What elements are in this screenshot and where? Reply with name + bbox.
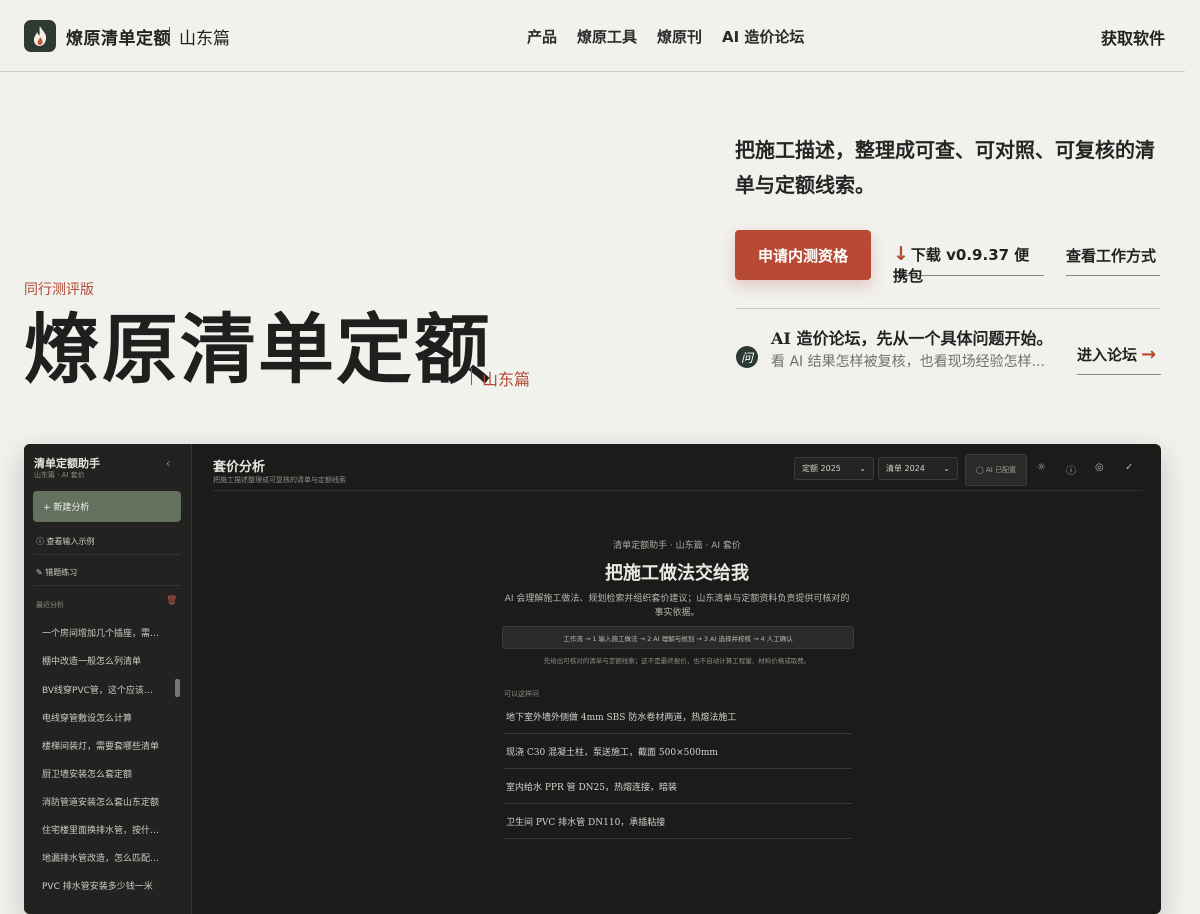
recent-analysis-label: 最近分析 xyxy=(36,601,64,609)
main-subtitle: 把施工描述整理成可复核的清单与定额线索 xyxy=(213,476,346,484)
theme-icon[interactable]: ☼ xyxy=(1037,462,1046,473)
nav-product[interactable]: 产品 xyxy=(527,26,557,47)
flame-icon xyxy=(33,26,47,46)
recent-item[interactable]: PVC 排水管安装多少钱一米 xyxy=(42,879,170,892)
forum-title: AI 造价论坛，先从一个具体问题开始。 xyxy=(771,329,1053,348)
recent-item[interactable]: 消防管道安装怎么套山东定额 xyxy=(42,795,170,808)
example-prompt[interactable]: 现浇 C30 混凝土柱，泵送施工，截面 500×500mm xyxy=(504,735,852,769)
assistant-heading: 把施工做法交给我 xyxy=(605,563,749,584)
recent-item[interactable]: 一个房间增加几个插座，需… xyxy=(42,626,170,639)
example-prompt[interactable]: 室内给水 PPR 管 DN25，热熔连接，暗装 xyxy=(504,770,852,804)
try-asking-label: 可以这样问 xyxy=(504,690,539,698)
disclaimer-note: 先给出可核对的清单与定额线索；这不是最终报价，也不自动计算工程量、材料价格或取费… xyxy=(543,657,811,665)
quota-version-select[interactable]: 定额 2025 ⌄ xyxy=(794,457,874,480)
recent-item[interactable]: 地漏排水管改造，怎么匹配… xyxy=(42,851,170,864)
sidebar-divider xyxy=(33,585,181,586)
enter-forum-label: 进入论坛 xyxy=(1077,346,1138,364)
recent-item[interactable]: 棚中改造一般怎么列清单 xyxy=(42,654,170,667)
list-version-select[interactable]: 清单 2024 ⌄ xyxy=(878,457,958,480)
info-icon[interactable]: ⓘ xyxy=(1066,462,1076,477)
quota-version-value: 定额 2025 xyxy=(802,464,841,473)
brand-region: 山东篇 xyxy=(179,29,230,49)
enter-forum-link[interactable]: 进入论坛 → xyxy=(1077,344,1161,375)
main-divider xyxy=(213,490,1143,491)
sidebar-scrollbar[interactable] xyxy=(175,679,180,697)
assistant-description: AI 会理解施工做法、规划检索并组织套价建议；山东清单与定额资料负责提供可核对的… xyxy=(504,594,850,618)
trash-icon[interactable]: 🗑 xyxy=(166,596,177,606)
app-preview: 清单定额助手 山东篇 · AI 套价 ‹ + 新建分析 ⓘ 查看输入示例 ✎ 错… xyxy=(24,444,1161,914)
assistant-kicker: 清单定额助手 · 山东篇 · AI 套价 xyxy=(613,541,741,551)
hero-divider xyxy=(735,308,1161,309)
view-input-examples-link[interactable]: ⓘ 查看输入示例 xyxy=(36,536,95,547)
sidebar-subtitle: 山东篇 · AI 套价 xyxy=(34,471,85,479)
chevron-down-icon: ⌄ xyxy=(859,464,866,473)
ai-config-status[interactable]: ◯ AI 已配置 xyxy=(965,454,1027,486)
hero-badge: 同行测评版 xyxy=(24,282,94,298)
list-version-value: 清单 2024 xyxy=(886,464,925,473)
sidebar-divider xyxy=(33,554,181,555)
check-icon[interactable]: ✓ xyxy=(1125,462,1133,473)
download-link[interactable]: ↓ 下载 v0.9.37 便携包 xyxy=(893,243,1044,285)
forum-question-icon: 问 xyxy=(736,346,758,368)
recent-item[interactable]: 厨卫墙安装怎么套定额 xyxy=(42,767,170,780)
get-software-link[interactable]: 获取软件 xyxy=(1101,25,1165,49)
apply-beta-button[interactable]: 申请内测资格 xyxy=(735,230,871,280)
main-title: 套价分析 xyxy=(213,460,266,475)
app-sidebar: 清单定额助手 山东篇 · AI 套价 ‹ + 新建分析 ⓘ 查看输入示例 ✎ 错… xyxy=(24,444,192,914)
logo[interactable] xyxy=(24,20,56,52)
hero-tagline: 把施工描述，整理成可查、可对照、可复核的清单与定额线索。 xyxy=(735,138,1155,197)
download-label: 下载 v0.9.37 便携包 xyxy=(893,246,1030,285)
hero-title: 燎原清单定额 xyxy=(24,305,492,394)
arrow-right-icon: → xyxy=(1141,344,1157,365)
recent-item[interactable]: BV线穿PVC管，这个应该… xyxy=(42,683,170,696)
example-prompt[interactable]: 地下室外墙外侧做 4mm SBS 防水卷材两道，热熔法施工 xyxy=(504,700,852,734)
site-header: 燎原清单定额 山东篇 产品 燎原工具 燎原刊 AI 造价论坛 获取软件 xyxy=(0,0,1185,72)
hero-region: 山东篇 xyxy=(482,370,531,389)
nav-journal[interactable]: 燎原刊 xyxy=(657,26,702,47)
hero-region-divider xyxy=(471,368,472,385)
settings-icon[interactable]: ◎ xyxy=(1095,462,1104,473)
how-it-works-link[interactable]: 查看工作方式 xyxy=(1066,245,1160,276)
chevron-down-icon: ⌄ xyxy=(943,464,950,473)
download-arrow-icon: ↓ xyxy=(893,243,909,265)
brand-name[interactable]: 燎原清单定额 xyxy=(66,24,171,49)
collapse-sidebar-icon[interactable]: ‹ xyxy=(166,457,170,470)
recent-item[interactable]: 楼梯间装灯，需要套哪些清单 xyxy=(42,739,170,752)
sidebar-title: 清单定额助手 xyxy=(34,457,100,470)
error-practice-link[interactable]: ✎ 错题练习 xyxy=(36,567,77,578)
workflow-steps: 工作流 → 1 输入施工做法 → 2 AI 理解与规划 → 3 AI 选择并校核… xyxy=(502,626,854,649)
nav-tools[interactable]: 燎原工具 xyxy=(577,26,637,47)
recent-item[interactable]: 住宅楼里面换排水管，按什… xyxy=(42,823,170,836)
brand-divider xyxy=(169,27,170,43)
forum-subtitle: 看 AI 结果怎样被复核，也看现场经验怎样... xyxy=(771,354,1045,370)
example-prompt[interactable]: 卫生间 PVC 排水管 DN110，承插粘接 xyxy=(504,805,852,839)
recent-item[interactable]: 电线穿管敷设怎么计算 xyxy=(42,711,170,724)
nav-forum[interactable]: AI 造价论坛 xyxy=(722,26,804,47)
new-analysis-button[interactable]: + 新建分析 xyxy=(33,491,181,522)
